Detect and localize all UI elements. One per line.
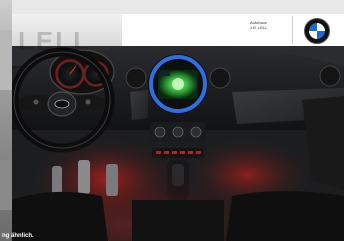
previous-thumbnail-lower[interactable] [0, 160, 12, 210]
header-divider [292, 16, 293, 44]
dealer-logo-text: LELL [18, 26, 91, 56]
top-banner-strip [12, 0, 344, 14]
dealer-name: Autohaus J.B. LELL [250, 20, 290, 30]
bmw-roundel-inner [309, 23, 325, 39]
dealer-header: LELL Autohaus J.B. LELL [12, 14, 344, 54]
listing-image-frame: LELL Autohaus J.B. LELL ng ähnlich. [0, 0, 344, 241]
navigation-screen-icon [148, 54, 208, 114]
previous-image-strip[interactable] [0, 0, 12, 241]
dealer-name-line2: J.B. LELL [250, 25, 268, 30]
image-disclaimer: ng ähnlich. [2, 233, 34, 239]
dealer-logo-area: LELL [12, 14, 122, 54]
bmw-roundel-icon [304, 18, 330, 44]
previous-thumbnail[interactable] [0, 30, 12, 90]
